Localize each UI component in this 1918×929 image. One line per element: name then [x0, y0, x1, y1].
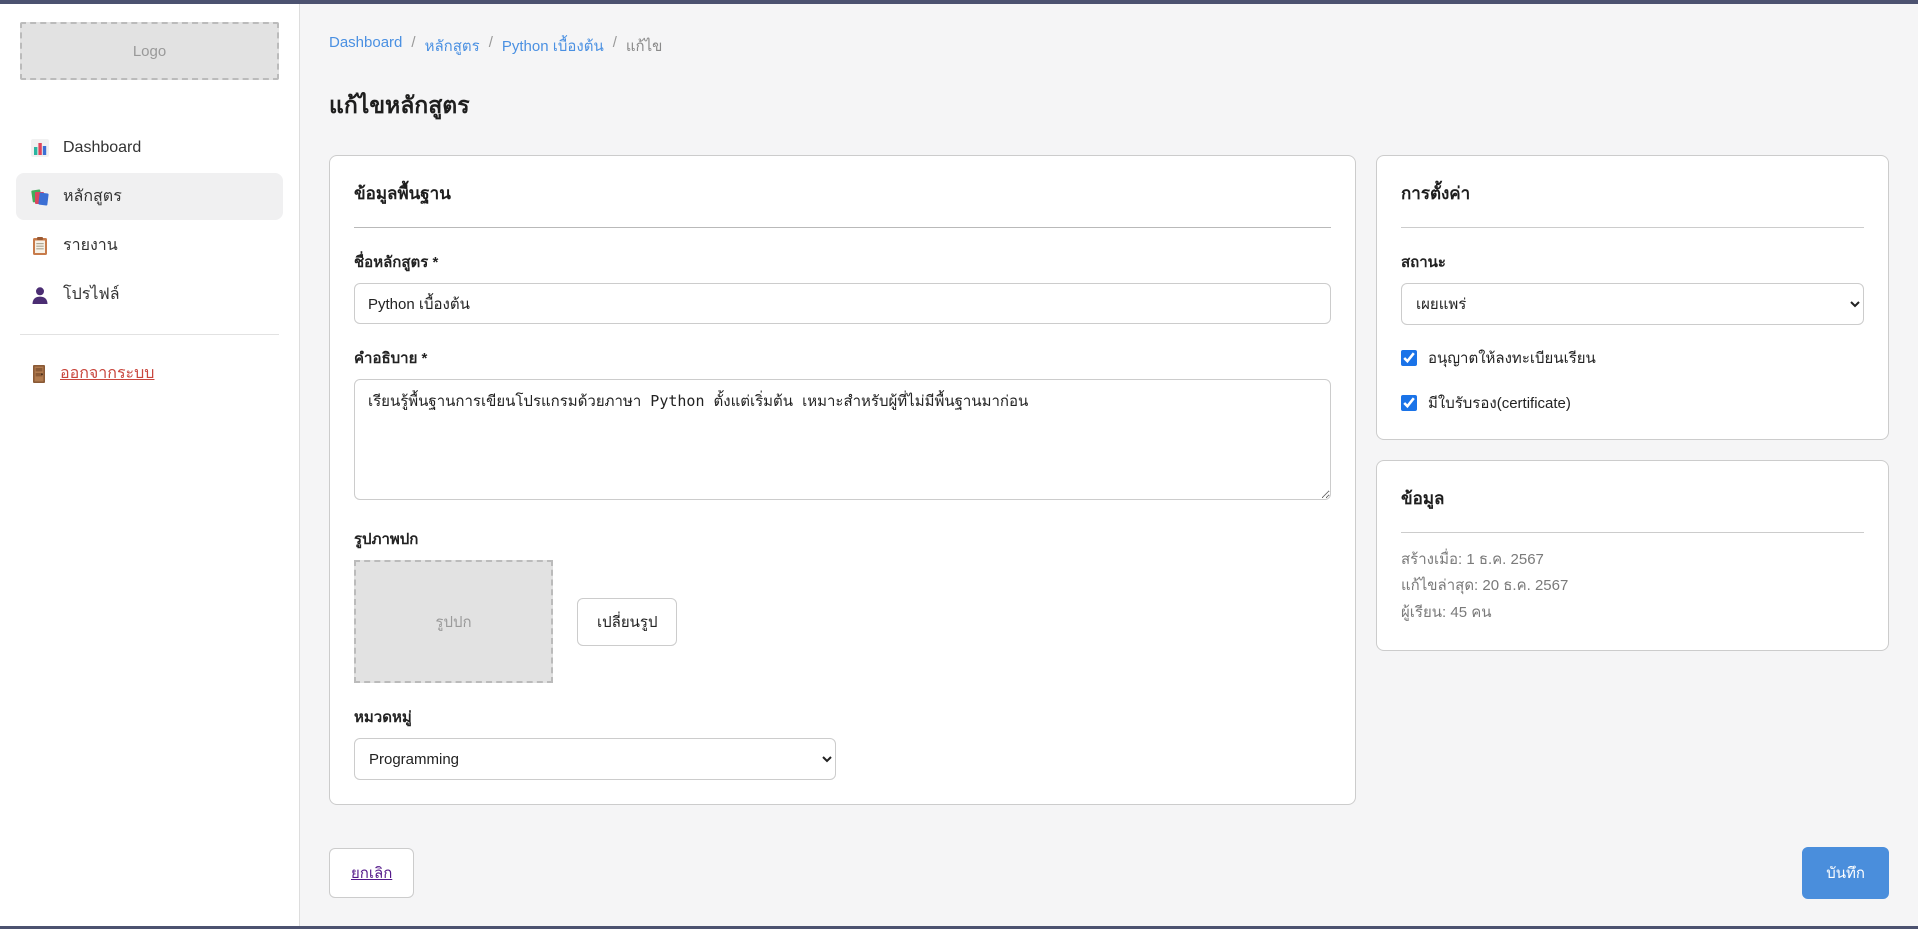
- sidebar: Logo Dashboard: [0, 4, 300, 926]
- sidebar-item-profile[interactable]: โปรไฟล์: [16, 271, 283, 318]
- sidebar-item-courses[interactable]: หลักสูตร: [16, 173, 283, 220]
- breadcrumb-link-courses[interactable]: หลักสูตร: [425, 34, 480, 58]
- basic-info-header: ข้อมูลพื้นฐาน: [354, 180, 1331, 207]
- certificate-label[interactable]: มีใบรับรอง(certificate): [1428, 391, 1571, 415]
- page-title: แก้ไขหลักสูตร: [329, 88, 1890, 124]
- sidebar-item-label: โปรไฟล์: [63, 282, 120, 307]
- sidebar-item-label: หลักสูตร: [63, 184, 122, 209]
- certificate-row: มีใบรับรอง(certificate): [1401, 391, 1864, 415]
- cover-image-row: รูปปก เปลี่ยนรูป: [354, 560, 1331, 683]
- created-date-text: สร้างเมื่อ: 1 ธ.ค. 2567: [1401, 547, 1864, 573]
- status-label: สถานะ: [1401, 250, 1864, 274]
- students-count-text: ผู้เรียน: 45 คน: [1401, 600, 1864, 626]
- sidebar-item-reports[interactable]: รายงาน: [16, 222, 283, 269]
- cancel-button[interactable]: ยกเลิก: [329, 848, 414, 898]
- allow-enrollment-checkbox[interactable]: [1401, 350, 1417, 366]
- card-divider: [1401, 532, 1864, 533]
- basic-info-card: ข้อมูลพื้นฐาน ชื่อหลักสูตร * คำอธิบาย * …: [329, 155, 1356, 805]
- cancel-button-label: ยกเลิก: [351, 865, 392, 882]
- modified-date-text: แก้ไขล่าสุด: 20 ธ.ค. 2567: [1401, 573, 1864, 599]
- breadcrumb: Dashboard / หลักสูตร / Python เบื้องต้น …: [329, 34, 1890, 58]
- breadcrumb-separator: /: [489, 34, 493, 58]
- breadcrumb-link-dashboard[interactable]: Dashboard: [329, 34, 402, 58]
- category-select[interactable]: Programming: [354, 738, 836, 780]
- breadcrumb-current: แก้ไข: [626, 34, 663, 58]
- person-icon: [30, 285, 50, 305]
- app-layout: Logo Dashboard: [0, 4, 1918, 926]
- info-lines: สร้างเมื่อ: 1 ธ.ค. 2567 แก้ไขล่าสุด: 20 …: [1401, 547, 1864, 626]
- save-button[interactable]: บันทึก: [1802, 847, 1889, 899]
- settings-card: การตั้งค่า สถานะ เผยแพร่ อนุญาตให้ลงทะเบ…: [1376, 155, 1889, 440]
- status-select[interactable]: เผยแพร่: [1401, 283, 1864, 325]
- logo: Logo: [20, 22, 279, 80]
- card-divider: [1401, 227, 1864, 228]
- content-columns: ข้อมูลพื้นฐาน ชื่อหลักสูตร * คำอธิบาย * …: [329, 155, 1890, 805]
- form-actions: ยกเลิก บันทึก: [329, 847, 1889, 899]
- info-header: ข้อมูล: [1401, 485, 1864, 512]
- logout-link[interactable]: ออกจากระบบ: [16, 361, 283, 386]
- description-textarea[interactable]: เรียนรู้พื้นฐานการเขียนโปรแกรมด้วยภาษา P…: [354, 379, 1331, 500]
- change-image-button[interactable]: เปลี่ยนรูป: [577, 598, 677, 646]
- cover-image-placeholder: รูปปก: [354, 560, 553, 683]
- description-label: คำอธิบาย *: [354, 346, 1331, 370]
- course-name-input[interactable]: [354, 283, 1331, 324]
- bar-chart-icon: [30, 138, 50, 158]
- sidebar-item-label: รายงาน: [63, 233, 118, 258]
- info-card: ข้อมูล สร้างเมื่อ: 1 ธ.ค. 2567 แก้ไขล่าส…: [1376, 460, 1889, 651]
- logout-label: ออกจากระบบ: [60, 361, 154, 386]
- card-divider: [354, 227, 1331, 228]
- settings-header: การตั้งค่า: [1401, 180, 1864, 207]
- cover-image-label: รูปภาพปก: [354, 527, 1331, 551]
- course-name-label: ชื่อหลักสูตร *: [354, 250, 1331, 274]
- logo-text: Logo: [133, 43, 166, 60]
- main-content: Dashboard / หลักสูตร / Python เบื้องต้น …: [300, 4, 1918, 926]
- sidebar-nav: Dashboard หลักสูตร: [16, 124, 283, 318]
- breadcrumb-separator: /: [613, 34, 617, 58]
- category-label: หมวดหมู่: [354, 705, 1331, 729]
- clipboard-icon: [30, 236, 50, 256]
- certificate-checkbox[interactable]: [1401, 395, 1417, 411]
- door-icon: [30, 364, 48, 384]
- sidebar-item-dashboard[interactable]: Dashboard: [16, 124, 283, 171]
- sidebar-divider: [20, 334, 279, 335]
- right-column: การตั้งค่า สถานะ เผยแพร่ อนุญาตให้ลงทะเบ…: [1376, 155, 1889, 651]
- sidebar-item-label: Dashboard: [63, 139, 141, 157]
- allow-enrollment-row: อนุญาตให้ลงทะเบียนเรียน: [1401, 346, 1864, 370]
- breadcrumb-link-course[interactable]: Python เบื้องต้น: [502, 34, 604, 58]
- books-icon: [30, 187, 50, 207]
- allow-enrollment-label[interactable]: อนุญาตให้ลงทะเบียนเรียน: [1428, 346, 1596, 370]
- cover-placeholder-text: รูปปก: [435, 610, 471, 634]
- breadcrumb-separator: /: [411, 34, 415, 58]
